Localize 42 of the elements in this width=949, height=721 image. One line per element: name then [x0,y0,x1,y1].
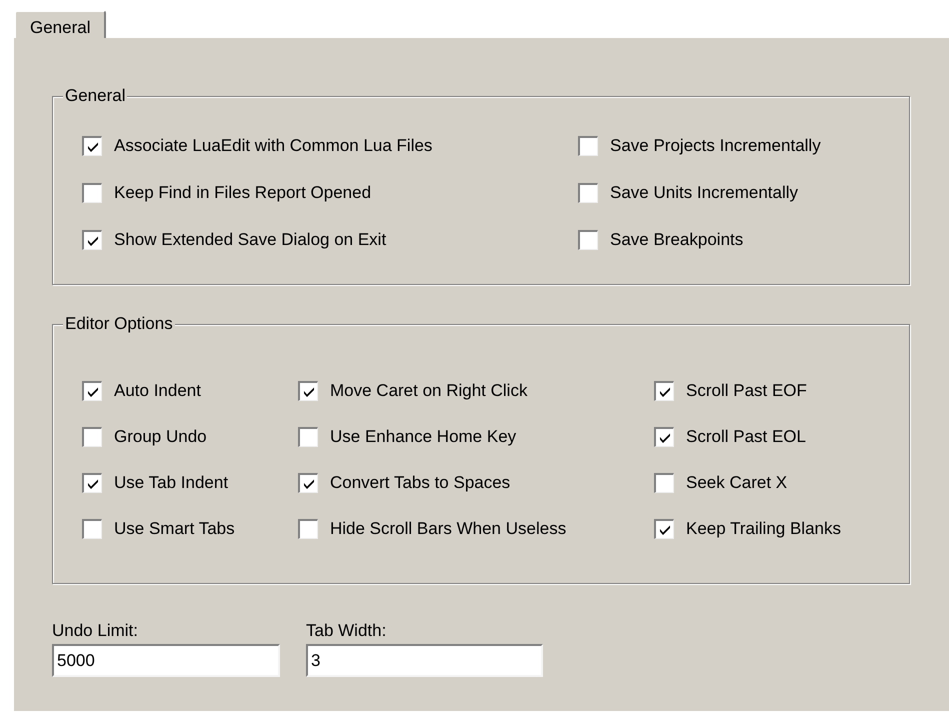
checkbox-label[interactable]: Scroll Past EOF [686,381,807,401]
checkbox[interactable] [578,230,598,250]
field-label: Tab Width: [306,621,388,641]
checkbox-label[interactable]: Move Caret on Right Click [330,381,528,401]
checkbox[interactable] [654,427,674,447]
input-field[interactable]: 3 [306,644,543,677]
checkbox[interactable] [82,473,102,493]
checkbox-label[interactable]: Hide Scroll Bars When Useless [330,519,566,539]
checkbox-label[interactable]: Save Breakpoints [610,230,744,250]
tab[interactable]: General [14,10,106,38]
checkbox-label[interactable]: Scroll Past EOL [686,427,806,447]
checkbox[interactable] [578,183,598,203]
checkbox-label[interactable]: Use Enhance Home Key [330,427,516,447]
group-title: Editor Options [63,314,175,334]
checkbox[interactable] [298,427,318,447]
input-field[interactable]: 5000 [52,644,280,677]
checkbox-label[interactable]: Seek Caret X [686,473,788,493]
checkbox[interactable] [82,136,102,156]
checkbox-label[interactable]: Group Undo [114,427,207,447]
checkbox-label[interactable]: Save Projects Incrementally [610,136,821,156]
field-label: Undo Limit: [52,621,139,641]
checkbox-label[interactable]: Use Smart Tabs [114,519,235,539]
checkbox[interactable] [82,519,102,539]
checkbox[interactable] [82,183,102,203]
checkbox[interactable] [578,136,598,156]
checkbox[interactable] [298,519,318,539]
checkbox-label[interactable]: Show Extended Save Dialog on Exit [114,230,386,250]
checkbox[interactable] [654,473,674,493]
checkbox-label[interactable]: Keep Find in Files Report Opened [114,183,372,203]
checkbox-label[interactable]: Save Units Incrementally [610,183,798,203]
checkbox[interactable] [82,381,102,401]
checkbox[interactable] [298,473,318,493]
checkbox[interactable] [82,230,102,250]
checkbox-label[interactable]: Keep Trailing Blanks [686,519,841,539]
checkbox-label[interactable]: Auto Indent [114,381,201,401]
checkbox[interactable] [654,519,674,539]
checkbox[interactable] [82,427,102,447]
checkbox[interactable] [654,381,674,401]
checkbox-label[interactable]: Use Tab Indent [114,473,228,493]
checkbox[interactable] [298,381,318,401]
checkbox-label[interactable]: Associate LuaEdit with Common Lua Files [114,136,432,156]
checkbox-label[interactable]: Convert Tabs to Spaces [330,473,510,493]
